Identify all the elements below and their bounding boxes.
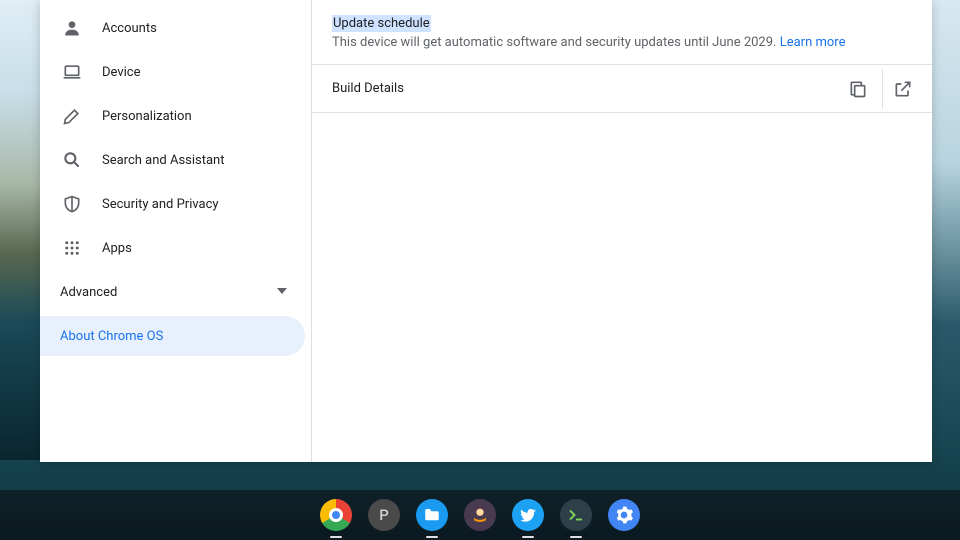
sidebar-item-personalization[interactable]: Personalization — [40, 96, 311, 136]
build-details-row[interactable]: Build Details — [312, 65, 932, 113]
sidebar-item-label: Personalization — [102, 109, 192, 124]
sidebar-item-apps[interactable]: Apps — [40, 228, 311, 268]
chrome-app[interactable] — [319, 498, 353, 532]
running-indicator — [426, 536, 438, 538]
update-schedule-section: Update schedule This device will get aut… — [312, 0, 932, 65]
sidebar-item-advanced[interactable]: Advanced — [40, 272, 311, 312]
person-icon — [60, 16, 84, 40]
open-external-button[interactable] — [882, 69, 922, 109]
laptop-icon — [60, 60, 84, 84]
update-schedule-text: This device will get automatic software … — [332, 35, 776, 50]
settings-main: Update schedule This device will get aut… — [312, 0, 932, 462]
update-schedule-description: This device will get automatic software … — [332, 35, 912, 50]
running-indicator — [522, 536, 534, 538]
shelf: P — [0, 490, 960, 540]
gear-icon — [608, 499, 640, 531]
learn-more-link[interactable]: Learn more — [780, 35, 846, 50]
brush-icon — [60, 104, 84, 128]
sidebar-item-search[interactable]: Search and Assistant — [40, 140, 311, 180]
terminal-app[interactable] — [559, 498, 593, 532]
copy-button[interactable] — [838, 69, 878, 109]
sidebar-item-label: Security and Privacy — [102, 197, 219, 212]
sidebar-item-label: Device — [102, 65, 141, 80]
apps-icon — [60, 236, 84, 260]
sidebar-item-label: About Chrome OS — [60, 329, 163, 344]
text-app[interactable]: P — [367, 498, 401, 532]
settings-app[interactable] — [607, 498, 641, 532]
chrome-icon — [320, 499, 352, 531]
running-indicator — [330, 536, 342, 538]
twitter-app[interactable] — [511, 498, 545, 532]
sidebar-item-label: Advanced — [60, 285, 277, 300]
settings-sidebar: Accounts Device Personalization Search a… — [40, 0, 312, 462]
folder-icon — [416, 499, 448, 531]
wallpaper — [0, 0, 40, 460]
sidebar-item-accounts[interactable]: Accounts — [40, 8, 311, 48]
update-schedule-heading: Update schedule — [332, 15, 431, 32]
sidebar-item-label: Search and Assistant — [102, 153, 225, 168]
terminal-icon — [560, 499, 592, 531]
files-app[interactable] — [415, 498, 449, 532]
sidebar-item-label: Accounts — [102, 21, 157, 36]
build-details-title: Build Details — [332, 81, 834, 96]
settings-window: Accounts Device Personalization Search a… — [40, 0, 932, 462]
shield-icon — [60, 192, 84, 216]
sidebar-item-label: Apps — [102, 241, 132, 256]
sidebar-item-security[interactable]: Security and Privacy — [40, 184, 311, 224]
caret-down-icon — [277, 285, 287, 300]
search-icon — [60, 148, 84, 172]
amazon-app[interactable] — [463, 498, 497, 532]
sidebar-item-device[interactable]: Device — [40, 52, 311, 92]
running-indicator — [570, 536, 582, 538]
amazon-icon — [464, 499, 496, 531]
sidebar-item-about[interactable]: About Chrome OS — [40, 316, 305, 356]
twitter-icon — [512, 499, 544, 531]
letter-p-icon: P — [368, 499, 400, 531]
